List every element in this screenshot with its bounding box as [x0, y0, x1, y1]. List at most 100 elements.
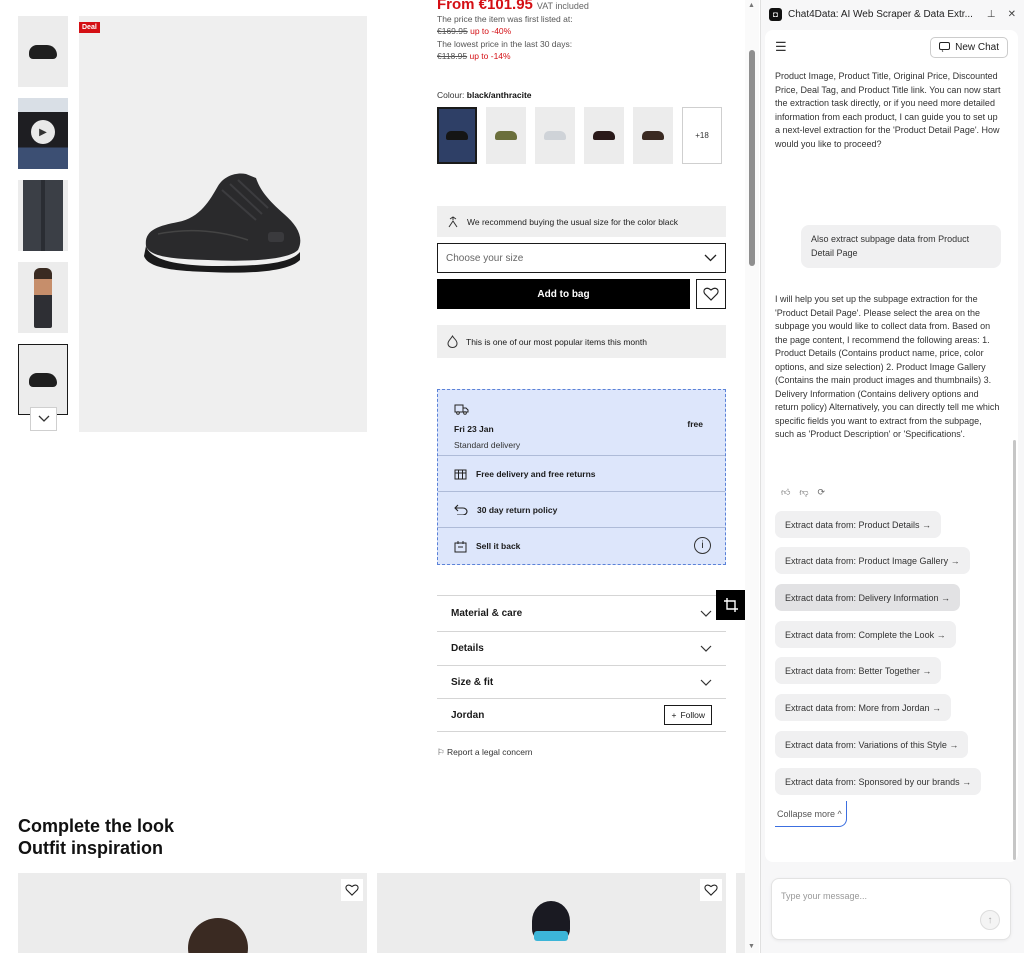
- suggestion-delivery-information[interactable]: Extract data from: Delivery Information …: [775, 584, 961, 611]
- thumbnail-model[interactable]: [18, 262, 68, 333]
- price: From €101.95 VAT included: [437, 0, 589, 13]
- outfit-card-3[interactable]: [736, 873, 745, 953]
- thumbnail-video[interactable]: ▶: [18, 98, 68, 169]
- menu-icon[interactable]: ☰: [775, 39, 787, 55]
- message-input[interactable]: Type your message... ↑: [771, 878, 1011, 940]
- accordion-details[interactable]: Details: [437, 631, 726, 665]
- hanger-icon: [448, 215, 458, 227]
- play-icon[interactable]: ▶: [31, 120, 55, 144]
- chat-scrollbar[interactable]: [1013, 440, 1016, 860]
- colour-label: Colour: black/anthracite: [437, 90, 532, 100]
- chevron-down-icon: [700, 645, 712, 652]
- accordion-material-care[interactable]: Material & care: [437, 595, 726, 631]
- outfit-card-2[interactable]: [377, 873, 726, 953]
- suggestion-variations[interactable]: Extract data from: Variations of this St…: [775, 731, 969, 758]
- delivery-date: Fri 23 Jan: [454, 424, 494, 434]
- sneaker-image: [144, 173, 301, 273]
- return-policy-row: 30 day return policy: [438, 492, 725, 528]
- thumbnail-legs[interactable]: [18, 180, 68, 251]
- suggestion-image-gallery[interactable]: Extract data from: Product Image Gallery…: [775, 547, 970, 574]
- crop-icon: [724, 598, 738, 612]
- assistant-message: Product Image, Product Title, Original P…: [775, 71, 1001, 149]
- thumbnail-column: ▶: [18, 16, 68, 426]
- crop-select-button[interactable]: [716, 590, 745, 620]
- add-to-bag-button[interactable]: Add to bag: [437, 279, 690, 309]
- first-listed-label: The price the item was first listed at:: [437, 14, 573, 24]
- suggestion-product-details[interactable]: Extract data from: Product Details →: [775, 511, 942, 538]
- chevron-down-icon: [700, 610, 712, 617]
- scrollbar-thumb[interactable]: [749, 50, 755, 266]
- accordion-size-fit[interactable]: Size & fit: [437, 665, 726, 698]
- suggestion-better-together[interactable]: Extract data from: Better Together →: [775, 657, 942, 684]
- swatch-black-orange[interactable]: [633, 107, 673, 164]
- popular-notice: This is one of our most popular items th…: [437, 325, 726, 358]
- extension-panel: ◘ Chat4Data: AI Web Scraper & Data Extr.…: [760, 0, 1024, 953]
- suggestion-more-from-jordan[interactable]: Extract data from: More from Jordan →: [775, 694, 952, 721]
- info-icon[interactable]: i: [694, 537, 711, 554]
- scroll-down-icon[interactable]: ▼: [748, 943, 755, 950]
- chat-window: ☰ New Chat Product Image, Product Title,…: [765, 30, 1018, 862]
- new-chat-button[interactable]: New Chat: [930, 36, 1008, 58]
- outfit-card-1[interactable]: [18, 873, 367, 953]
- wishlist-button[interactable]: [696, 279, 726, 309]
- scroll-up-icon[interactable]: ▲: [748, 2, 755, 9]
- more-colours-button[interactable]: +18: [682, 107, 722, 164]
- first-listed-price: €169.95 up to -40%: [437, 26, 512, 36]
- outfit-inspiration-heading: Outfit inspiration: [18, 838, 163, 858]
- thumbnail-shoe-selected[interactable]: [18, 344, 68, 415]
- swatch-black-red[interactable]: [584, 107, 624, 164]
- brand-name[interactable]: Jordan: [451, 710, 484, 721]
- send-icon[interactable]: ↑: [980, 910, 1000, 930]
- assistant-message: I will help you set up the subpage extra…: [775, 294, 1000, 439]
- feedback-actions: 👍︎ 👎︎ ⟳: [781, 487, 825, 498]
- brand-row: Jordan + Follow: [437, 698, 726, 732]
- deal-badge: Deal: [79, 22, 100, 33]
- delivery-standard: Fri 23 Jan free Standard delivery: [438, 390, 725, 456]
- chevron-down-icon: [38, 415, 49, 422]
- page: ▶ Deal From €101.95 VAT included The pric…: [0, 0, 1024, 953]
- thumbs-up-icon[interactable]: 👍︎: [781, 487, 790, 498]
- size-select[interactable]: Choose your size: [437, 243, 726, 273]
- thumbs-down-icon[interactable]: 👎︎: [799, 487, 808, 498]
- new-chat-icon: [939, 42, 951, 52]
- panel-title: Chat4Data: AI Web Scraper & Data Extr...: [788, 8, 973, 20]
- thumbnail-shoe[interactable]: [18, 16, 68, 87]
- heart-icon[interactable]: [341, 879, 363, 901]
- close-icon[interactable]: ✕: [1008, 9, 1016, 20]
- follow-button[interactable]: + Follow: [664, 705, 712, 725]
- page-scrollbar[interactable]: ▲ ▼: [745, 0, 759, 953]
- message-placeholder: Type your message...: [781, 891, 868, 901]
- report-legal-link[interactable]: ⚐ Report a legal concern: [437, 747, 533, 758]
- lowest-price: €118.95 up to -14%: [437, 51, 511, 61]
- sell-box-icon: [454, 540, 467, 552]
- suggestion-complete-the-look[interactable]: Extract data from: Complete the Look →: [775, 621, 956, 648]
- collapse-more-button[interactable]: Collapse more ^: [775, 801, 847, 827]
- return-arrow-icon: [454, 504, 468, 515]
- swatch-black-anthracite[interactable]: [437, 107, 477, 164]
- chevron-down-icon: [700, 679, 712, 686]
- free-delivery-row: Free delivery and free returns: [438, 456, 725, 492]
- user-message: Also extract subpage data from Product D…: [801, 225, 1001, 268]
- product-page: ▶ Deal From €101.95 VAT included The pric…: [0, 0, 745, 953]
- colour-swatches: +18: [437, 107, 722, 164]
- delivery-box: Fri 23 Jan free Standard delivery Free d…: [437, 389, 726, 565]
- size-recommendation: We recommend buying the usual size for t…: [437, 206, 726, 237]
- thumbnails-scroll-down-button[interactable]: [30, 407, 57, 431]
- suggestion-sponsored[interactable]: Extract data from: Sponsored by our bran…: [775, 768, 982, 795]
- heart-icon: [703, 287, 719, 301]
- complete-look-heading: Complete the look: [18, 816, 175, 836]
- flame-icon: [447, 335, 458, 348]
- swatch-olive[interactable]: [486, 107, 526, 164]
- gift-box-icon: [454, 469, 467, 480]
- pin-icon[interactable]: ⊥: [987, 9, 996, 20]
- delivery-type: Standard delivery: [454, 440, 521, 450]
- chevron-down-icon: [704, 254, 717, 262]
- plus-icon: +: [671, 710, 677, 720]
- lowest-price-label: The lowest price in the last 30 days:: [437, 39, 573, 49]
- heart-icon[interactable]: [700, 879, 722, 901]
- panel-header: ◘ Chat4Data: AI Web Scraper & Data Extr.…: [761, 0, 1024, 28]
- chat-toolbar: ☰ New Chat: [765, 30, 1018, 64]
- swatch-white[interactable]: [535, 107, 575, 164]
- sell-it-back-row[interactable]: Sell it back i: [438, 528, 725, 564]
- regenerate-icon[interactable]: ⟳: [818, 487, 826, 498]
